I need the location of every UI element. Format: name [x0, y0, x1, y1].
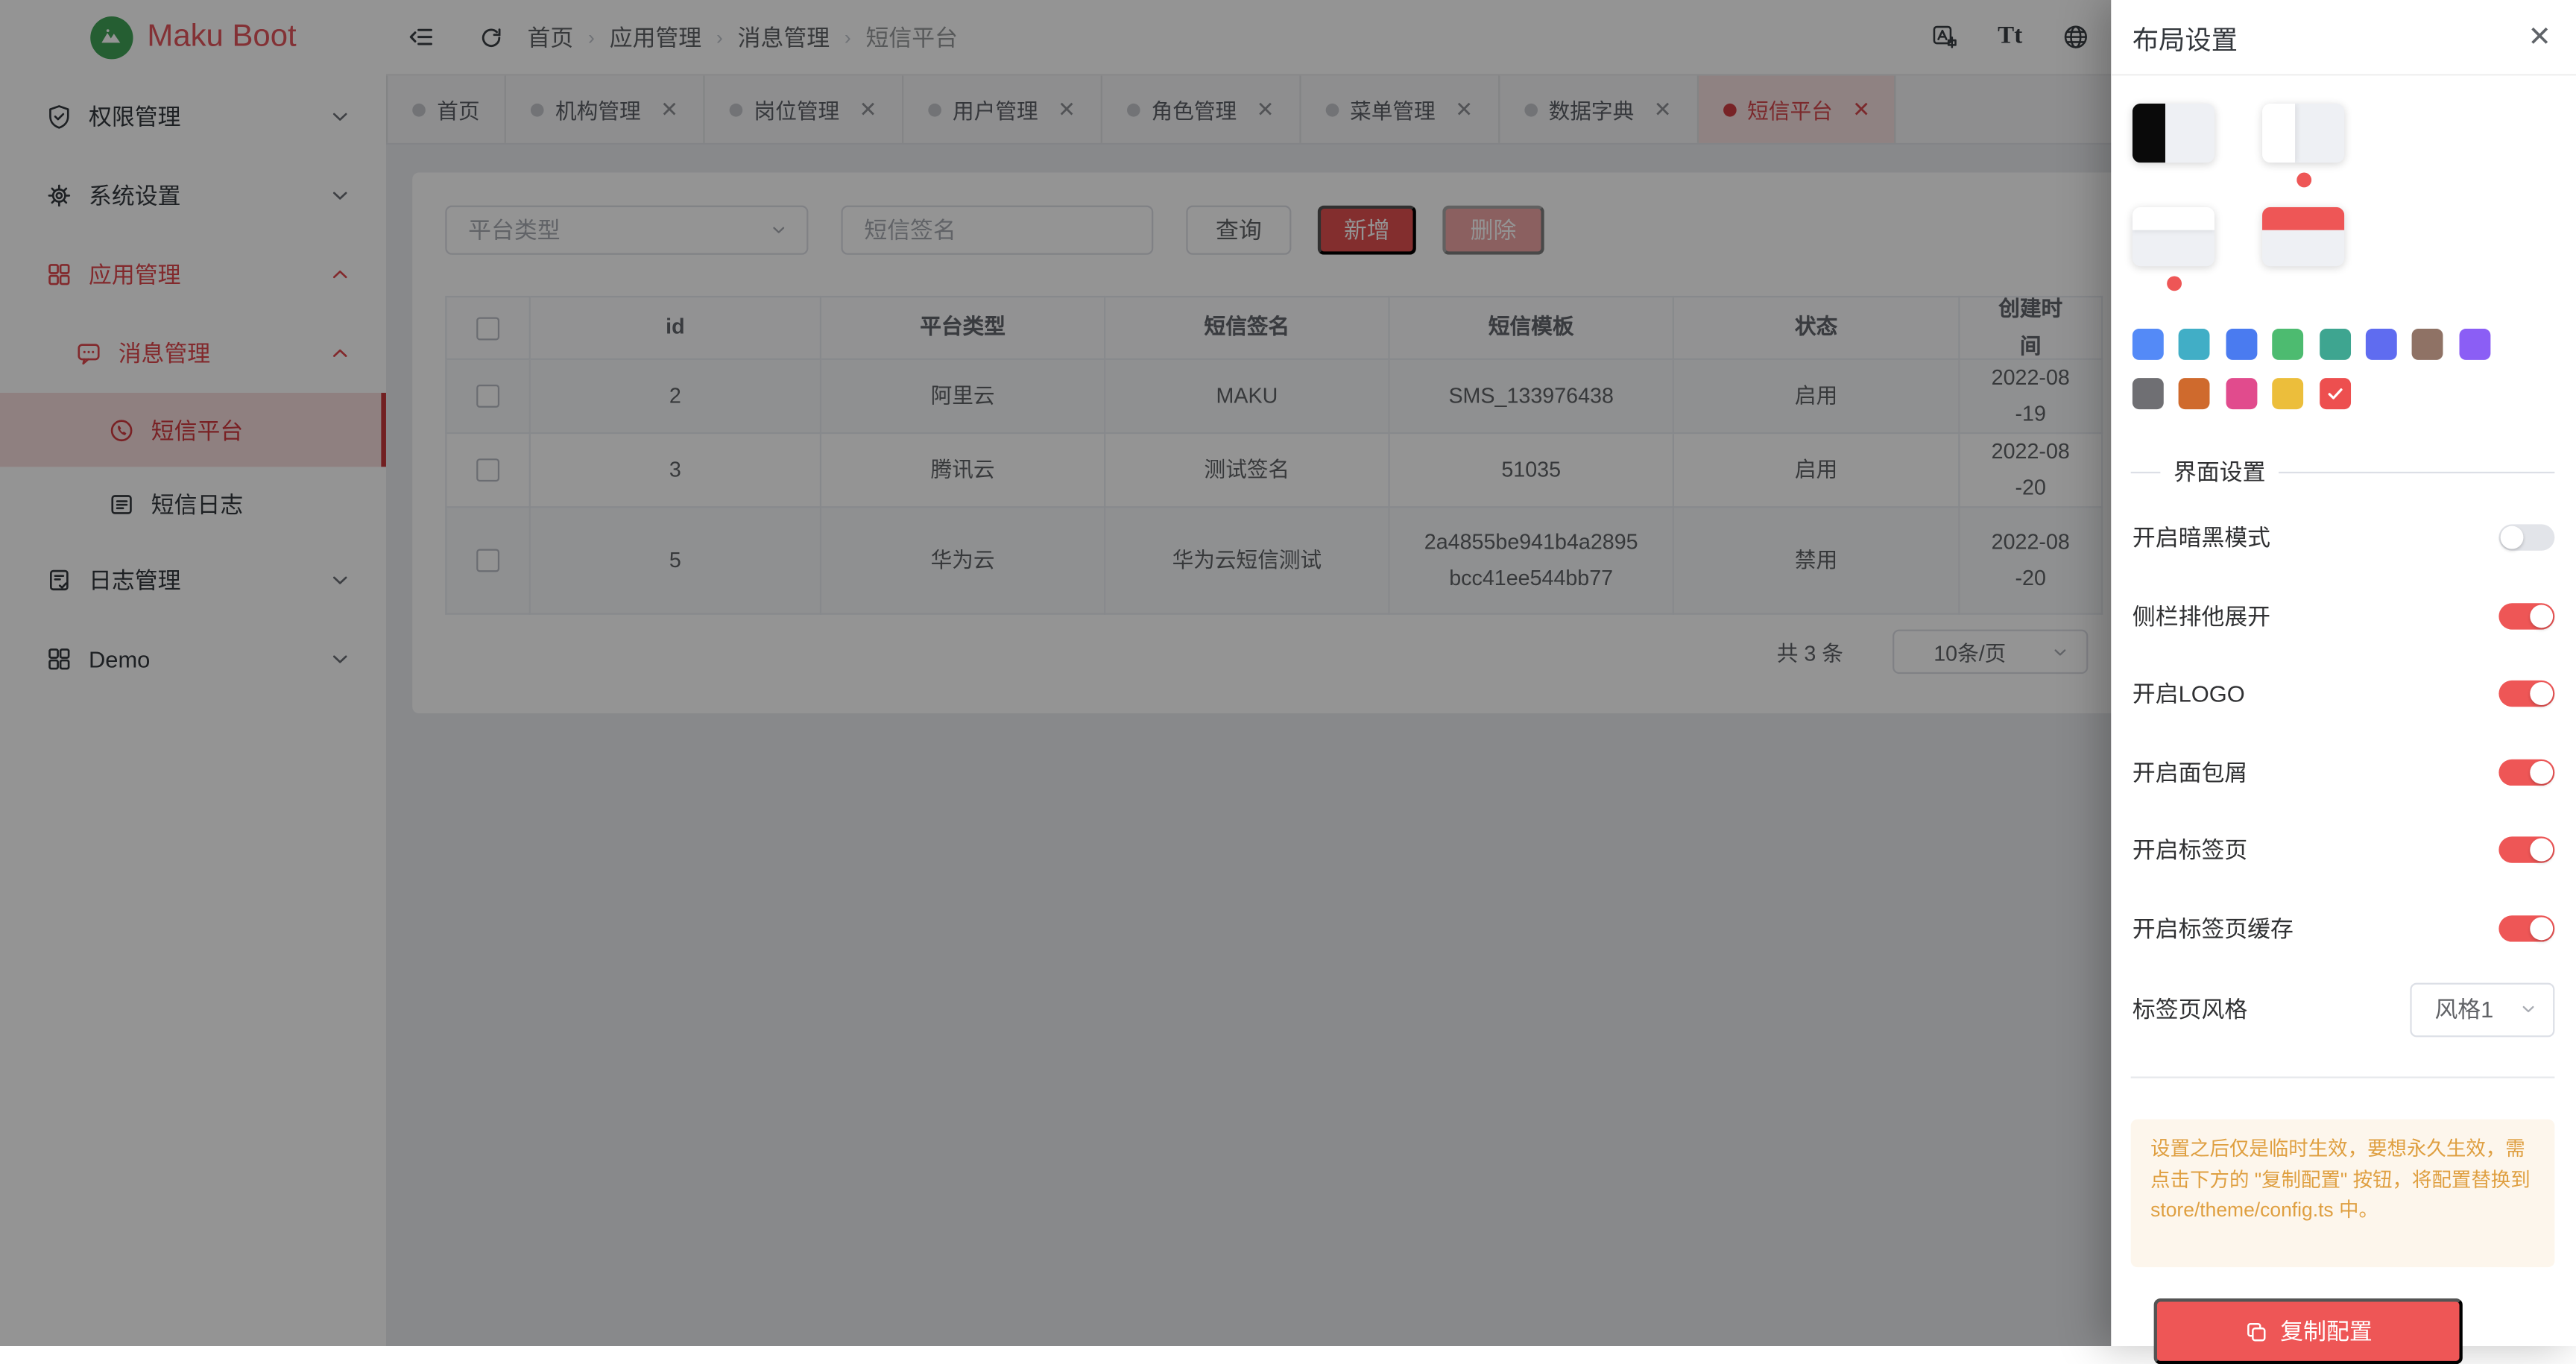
- theme-color-swatch[interactable]: [2459, 329, 2490, 360]
- setting-row-开启面包屑: 开启面包屑: [2133, 734, 2554, 809]
- layout-light-sidebar[interactable]: [2262, 104, 2344, 162]
- toggle-switch[interactable]: [2498, 915, 2554, 941]
- divider: [2131, 1076, 2555, 1078]
- theme-color-swatch[interactable]: [2319, 378, 2350, 409]
- copy-icon: [2244, 1319, 2269, 1344]
- copy-config-button[interactable]: 复制配置: [2154, 1298, 2463, 1364]
- layout-dark-sidebar[interactable]: [2133, 104, 2214, 162]
- preview-light-sidebar: [2262, 104, 2295, 162]
- theme-color-swatch[interactable]: [2179, 378, 2210, 409]
- toggle-knob: [2530, 682, 2553, 705]
- setting-label: 开启暗黑模式: [2133, 521, 2270, 554]
- layout-primary-topbar[interactable]: [2262, 207, 2344, 266]
- setting-row-开启暗黑模式: 开启暗黑模式: [2133, 499, 2554, 575]
- setting-label: 开启面包屑: [2133, 755, 2247, 788]
- theme-color-swatch[interactable]: [2273, 378, 2304, 409]
- theme-color-swatch[interactable]: [2273, 329, 2304, 360]
- layout-light-topbar[interactable]: [2133, 207, 2214, 266]
- setting-label: 开启LOGO: [2133, 678, 2245, 710]
- tab-style-row: 标签页风格 风格1: [2133, 971, 2554, 1046]
- toggle-switch[interactable]: [2498, 524, 2554, 550]
- layout-selected-dot-icon: [2296, 173, 2311, 188]
- theme-color-swatch[interactable]: [2179, 329, 2210, 360]
- theme-color-swatch[interactable]: [2133, 378, 2164, 409]
- toggle-knob: [2530, 916, 2553, 939]
- theme-color-swatch[interactable]: [2366, 329, 2397, 360]
- chevron-down-icon: [2519, 1000, 2538, 1019]
- toggle-switch[interactable]: [2498, 836, 2554, 862]
- setting-row-开启LOGO: 开启LOGO: [2133, 656, 2554, 731]
- setting-label: 开启标签页: [2133, 833, 2247, 866]
- drawer-title: 布局设置: [2133, 17, 2238, 57]
- drawer-header: 布局设置 ✕: [2111, 0, 2576, 75]
- check-icon: [2324, 383, 2346, 405]
- toggle-knob: [2530, 760, 2553, 783]
- section-title: 界面设置: [2174, 455, 2265, 488]
- toggle-knob: [2530, 604, 2553, 627]
- toggle-knob: [2501, 526, 2524, 549]
- toggle-switch[interactable]: [2498, 681, 2554, 707]
- layout-selected-dot-icon: [2166, 276, 2181, 291]
- copy-config-label: 复制配置: [2280, 1315, 2372, 1348]
- toggle-switch[interactable]: [2498, 602, 2554, 628]
- setting-label: 开启标签页缓存: [2133, 912, 2294, 944]
- settings-notice: 设置之后仅是临时生效，要想永久生效，需点击下方的 "复制配置" 按钮，将配置替换…: [2131, 1120, 2555, 1267]
- theme-color-swatch[interactable]: [2412, 329, 2443, 360]
- setting-row-开启标签页缓存: 开启标签页缓存: [2133, 890, 2554, 965]
- tab-style-value: 风格1: [2434, 993, 2493, 1026]
- theme-color-swatch[interactable]: [2319, 329, 2350, 360]
- theme-color-swatch[interactable]: [2133, 329, 2164, 360]
- setting-row-开启标签页: 开启标签页: [2133, 812, 2554, 887]
- setting-row-侧栏排他展开: 侧栏排他展开: [2133, 578, 2554, 653]
- tab-style-select[interactable]: 风格1: [2410, 982, 2554, 1037]
- preview-dark-sidebar: [2133, 104, 2165, 162]
- tab-style-label: 标签页风格: [2133, 993, 2247, 1026]
- app-root: Maku Boot 权限管理系统设置应用管理消息管理短信平台短信日志日志管理De…: [0, 0, 2576, 1346]
- layout-settings-drawer: 布局设置 ✕ 界面设置 开启暗黑模式侧栏排他展开开启LOGO 开启面包屑开启标签页…: [2111, 0, 2576, 1346]
- toggle-knob: [2530, 839, 2553, 862]
- interface-section-divider: 界面设置: [2131, 455, 2555, 488]
- theme-color-swatch[interactable]: [2226, 329, 2257, 360]
- setting-label: 侧栏排他展开: [2133, 599, 2270, 632]
- close-icon[interactable]: ✕: [2528, 23, 2551, 51]
- theme-color-swatch[interactable]: [2226, 378, 2257, 409]
- preview-light-topbar: [2133, 207, 2214, 230]
- toggle-switch[interactable]: [2498, 759, 2554, 785]
- preview-primary-topbar: [2262, 207, 2344, 230]
